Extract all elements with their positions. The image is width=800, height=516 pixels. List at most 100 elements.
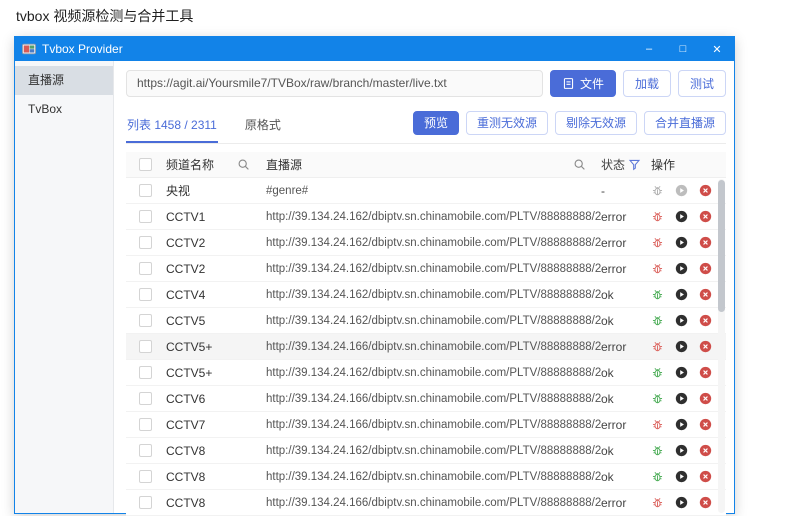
play-icon[interactable] <box>675 496 688 509</box>
retest-bug-icon[interactable] <box>651 496 664 509</box>
delete-icon[interactable] <box>699 210 712 223</box>
play-icon[interactable] <box>675 262 688 275</box>
delete-icon[interactable] <box>699 340 712 353</box>
play-icon[interactable] <box>675 236 688 249</box>
close-button[interactable]: ✕ <box>700 37 734 61</box>
retest-bug-icon[interactable] <box>651 418 664 431</box>
retest-bug-icon[interactable] <box>651 470 664 483</box>
tab-raw-format[interactable]: 原格式 <box>244 107 282 143</box>
row-checkbox[interactable] <box>139 496 152 509</box>
scrollbar-thumb[interactable] <box>718 180 725 312</box>
delete-icon[interactable] <box>699 288 712 301</box>
delete-icon[interactable] <box>699 262 712 275</box>
table-row[interactable]: 央视 #genre# - <box>126 178 726 204</box>
play-icon[interactable] <box>675 184 688 197</box>
maximize-button[interactable]: □ <box>666 37 700 61</box>
stream-url: http://39.134.24.166/dbiptv.sn.chinamobi… <box>266 340 601 353</box>
row-checkbox[interactable] <box>139 236 152 249</box>
play-icon[interactable] <box>675 314 688 327</box>
table-row[interactable]: CCTV2 http://39.134.24.162/dbiptv.sn.chi… <box>126 230 726 256</box>
row-checkbox[interactable] <box>139 392 152 405</box>
table-row[interactable]: CCTV1 http://39.134.24.162/dbiptv.sn.chi… <box>126 204 726 230</box>
row-checkbox[interactable] <box>139 184 152 197</box>
play-icon[interactable] <box>675 418 688 431</box>
app-window: Tvbox Provider – □ ✕ 直播源 TvBox 文件 加载 测试 <box>14 36 735 516</box>
table-row[interactable]: CCTV5+ http://39.134.24.162/dbiptv.sn.ch… <box>126 360 726 386</box>
table-row[interactable]: CCTV8 http://39.134.24.162/dbiptv.sn.chi… <box>126 438 726 464</box>
row-checkbox[interactable] <box>139 314 152 327</box>
play-icon[interactable] <box>675 288 688 301</box>
retest-bug-icon[interactable] <box>651 392 664 405</box>
merge-sources-button[interactable]: 合并直播源 <box>643 110 726 135</box>
delete-icon[interactable] <box>699 314 712 327</box>
retest-bug-icon[interactable] <box>651 340 664 353</box>
delete-icon[interactable] <box>699 366 712 379</box>
status-text: error <box>601 235 627 250</box>
retest-bug-icon[interactable] <box>651 236 664 249</box>
delete-icon[interactable] <box>699 392 712 405</box>
table-row[interactable]: CCTV8 http://39.134.24.166/dbiptv.sn.chi… <box>126 490 726 516</box>
file-icon <box>562 77 575 90</box>
table-row[interactable]: CCTV4 http://39.134.24.162/dbiptv.sn.chi… <box>126 282 726 308</box>
retest-bug-icon[interactable] <box>651 262 664 275</box>
delete-icon[interactable] <box>699 418 712 431</box>
delete-icon[interactable] <box>699 184 712 197</box>
preview-button[interactable]: 预览 <box>412 110 459 135</box>
status-text: ok <box>601 287 614 302</box>
row-checkbox[interactable] <box>139 210 152 223</box>
sidebar-item-tvbox[interactable]: TvBox <box>15 95 113 124</box>
source-url-input[interactable] <box>126 69 543 97</box>
table-row[interactable]: CCTV7 http://39.134.24.166/dbiptv.sn.chi… <box>126 412 726 438</box>
stream-url: #genre# <box>266 184 309 197</box>
window-body: 直播源 TvBox 文件 加载 测试 列表 1458 / 2311 原格式 <box>15 61 734 516</box>
retest-invalid-button[interactable]: 重测无效源 <box>465 110 548 135</box>
status-filter-icon[interactable] <box>628 158 641 171</box>
row-checkbox[interactable] <box>139 262 152 275</box>
load-button[interactable]: 加载 <box>622 69 671 97</box>
stream-url: http://39.134.24.166/dbiptv.sn.chinamobi… <box>266 496 601 509</box>
stream-url: http://39.134.24.162/dbiptv.sn.chinamobi… <box>266 210 601 223</box>
table-row[interactable]: CCTV2 http://39.134.24.162/dbiptv.sn.chi… <box>126 256 726 282</box>
play-icon[interactable] <box>675 340 688 353</box>
play-icon[interactable] <box>675 444 688 457</box>
delete-icon[interactable] <box>699 496 712 509</box>
play-icon[interactable] <box>675 366 688 379</box>
retest-bug-icon[interactable] <box>651 210 664 223</box>
stream-url: http://39.134.24.162/dbiptv.sn.chinamobi… <box>266 366 601 379</box>
play-icon[interactable] <box>675 392 688 405</box>
row-checkbox[interactable] <box>139 288 152 301</box>
test-button[interactable]: 测试 <box>677 69 726 97</box>
select-all-checkbox[interactable] <box>139 158 152 171</box>
table-row[interactable]: CCTV5 http://39.134.24.162/dbiptv.sn.chi… <box>126 308 726 334</box>
delete-icon[interactable] <box>699 444 712 457</box>
sidebar-item-live-source[interactable]: 直播源 <box>15 66 113 95</box>
row-checkbox[interactable] <box>139 470 152 483</box>
retest-bug-icon[interactable] <box>651 184 664 197</box>
table-row[interactable]: CCTV5+ http://39.134.24.166/dbiptv.sn.ch… <box>126 334 726 360</box>
table-row[interactable]: CCTV6 http://39.134.24.166/dbiptv.sn.chi… <box>126 386 726 412</box>
status-text: error <box>601 339 627 354</box>
url-toolbar: 文件 加载 测试 <box>126 69 726 97</box>
channel-search-icon[interactable] <box>237 158 250 171</box>
source-search-icon[interactable] <box>573 158 586 171</box>
delete-icon[interactable] <box>699 236 712 249</box>
play-icon[interactable] <box>675 470 688 483</box>
retest-bug-icon[interactable] <box>651 288 664 301</box>
tab-list[interactable]: 列表 1458 / 2311 <box>126 107 218 143</box>
play-icon[interactable] <box>675 210 688 223</box>
channel-name: CCTV5 <box>166 313 206 328</box>
minimize-button[interactable]: – <box>632 37 666 61</box>
remove-invalid-button[interactable]: 剔除无效源 <box>554 110 637 135</box>
row-checkbox[interactable] <box>139 418 152 431</box>
row-checkbox[interactable] <box>139 340 152 353</box>
window-titlebar[interactable]: Tvbox Provider – □ ✕ <box>15 37 734 61</box>
retest-bug-icon[interactable] <box>651 444 664 457</box>
retest-bug-icon[interactable] <box>651 314 664 327</box>
retest-bug-icon[interactable] <box>651 366 664 379</box>
file-button[interactable]: 文件 <box>549 69 616 97</box>
row-checkbox[interactable] <box>139 444 152 457</box>
table-row[interactable]: CCTV8 http://39.134.24.162/dbiptv.sn.chi… <box>126 464 726 490</box>
table-scrollbar[interactable] <box>718 179 725 513</box>
delete-icon[interactable] <box>699 470 712 483</box>
row-checkbox[interactable] <box>139 366 152 379</box>
